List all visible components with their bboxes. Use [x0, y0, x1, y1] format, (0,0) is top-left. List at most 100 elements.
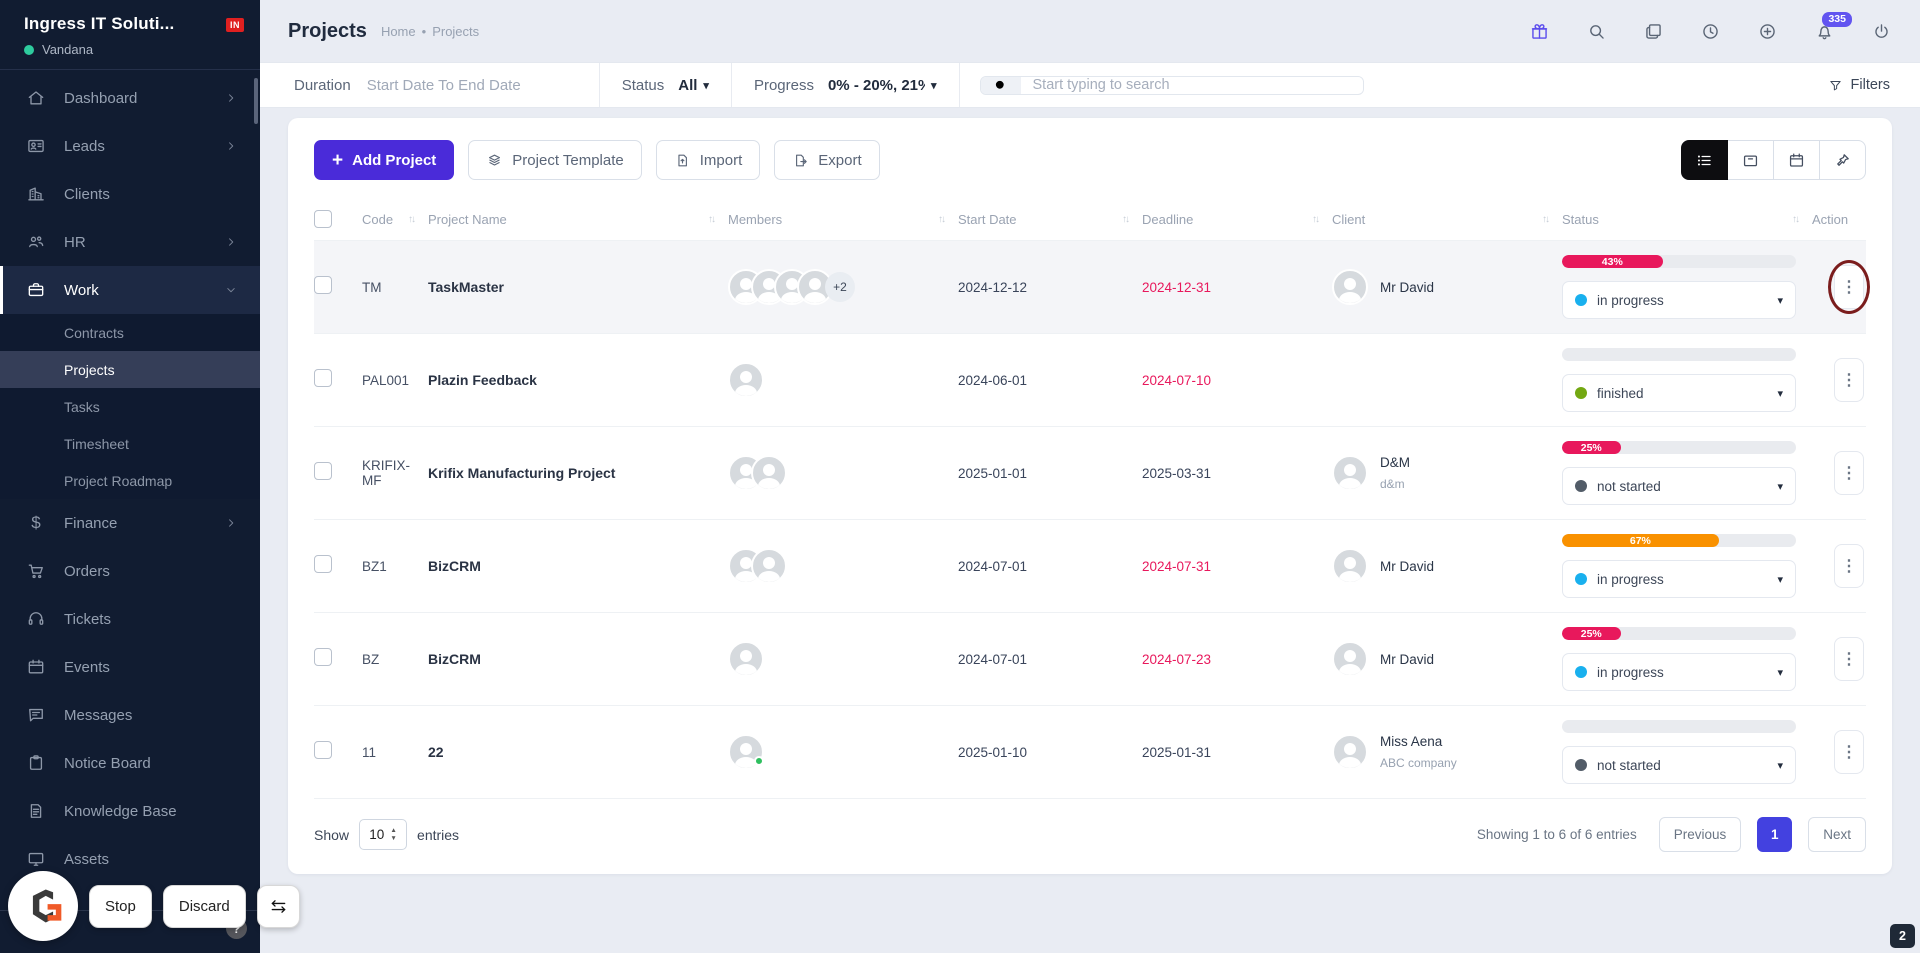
export-button[interactable]: Export	[774, 140, 880, 180]
board-view-toggle[interactable]	[1727, 140, 1774, 180]
status-dropdown[interactable]: in progress ▾	[1562, 281, 1796, 319]
project-name-link[interactable]: Plazin Feedback	[428, 372, 728, 388]
column-header-members[interactable]: Members ↑↓	[728, 212, 958, 227]
status-filter-dropdown[interactable]: All ▾	[678, 77, 709, 94]
client-avatar[interactable]	[1332, 641, 1368, 677]
notes-icon[interactable]	[1643, 21, 1664, 42]
sidebar-scrollbar-thumb[interactable]	[254, 78, 258, 124]
sidebar-item-hr[interactable]: HR	[0, 218, 260, 266]
stop-button[interactable]: Stop	[89, 884, 152, 928]
add-project-button[interactable]: + Add Project	[314, 140, 455, 180]
column-header-project-name[interactable]: Project Name ↑↓	[428, 212, 728, 227]
sidebar-item-leads[interactable]: Leads	[0, 122, 260, 170]
project-name-link[interactable]: TaskMaster	[428, 279, 728, 295]
row-checkbox[interactable]	[314, 554, 332, 573]
pinned-view-toggle[interactable]	[1819, 140, 1866, 180]
gift-icon[interactable]	[1529, 21, 1550, 42]
sidebar-subitem-tasks[interactable]: Tasks	[0, 388, 260, 425]
status-dropdown[interactable]: in progress ▾	[1562, 560, 1796, 598]
sidebar-subitem-timesheet[interactable]: Timesheet	[0, 425, 260, 462]
sidebar-item-tickets[interactable]: Tickets	[0, 595, 260, 643]
recorder-logo[interactable]	[8, 871, 78, 941]
sidebar-item-label: Orders	[64, 562, 110, 580]
member-avatar[interactable]	[728, 362, 764, 398]
column-header-client[interactable]: Client ↑↓	[1332, 212, 1562, 227]
select-all-checkbox[interactable]	[314, 210, 332, 228]
progress-filter-dropdown[interactable]: 0% - 20%, 21% ▾	[828, 77, 937, 94]
client-avatar[interactable]	[1332, 548, 1368, 584]
previous-page-button[interactable]: Previous	[1658, 817, 1742, 852]
sort-icon[interactable]: ↑↓	[938, 214, 946, 225]
discard-button[interactable]: Discard	[162, 884, 246, 928]
sort-icon[interactable]: ↑↓	[708, 214, 716, 225]
column-header-start-date[interactable]: Start Date ↑↓	[958, 212, 1142, 227]
client-avatar[interactable]	[1332, 269, 1368, 305]
row-actions-button[interactable]: ⋮	[1834, 358, 1864, 402]
sort-icon[interactable]: ↑↓	[1542, 214, 1550, 225]
page-1-button[interactable]: 1	[1757, 817, 1793, 852]
row-actions-button[interactable]: ⋮	[1834, 637, 1864, 681]
row-checkbox[interactable]	[314, 740, 332, 759]
project-name-link[interactable]: BizCRM	[428, 651, 728, 667]
history-clock-icon[interactable]	[1700, 21, 1721, 42]
sort-icon[interactable]: ↑↓	[408, 214, 416, 225]
row-checkbox[interactable]	[314, 275, 332, 294]
row-checkbox[interactable]	[314, 647, 332, 666]
search-input[interactable]	[1020, 77, 1363, 93]
breadcrumb-home[interactable]: Home	[381, 24, 416, 39]
row-actions-button[interactable]: ⋮	[1834, 544, 1864, 588]
status-dropdown[interactable]: not started ▾	[1562, 467, 1796, 505]
row-actions-button[interactable]: ⋮	[1834, 265, 1864, 309]
search-icon[interactable]	[1586, 21, 1607, 42]
sidebar-subitem-contracts[interactable]: Contracts	[0, 314, 260, 351]
sort-icon[interactable]: ↑↓	[1312, 214, 1320, 225]
status-dropdown[interactable]: in progress ▾	[1562, 653, 1796, 691]
row-actions-button[interactable]: ⋮	[1834, 451, 1864, 495]
member-avatar[interactable]	[751, 455, 787, 491]
sort-icon[interactable]: ↑↓	[1122, 214, 1130, 225]
sidebar-item-finance[interactable]: $ Finance	[0, 499, 260, 547]
sidebar-item-orders[interactable]: Orders	[0, 547, 260, 595]
sidebar-subitem-projects[interactable]: Projects	[0, 351, 260, 388]
column-header-status[interactable]: Status ↑↓	[1562, 212, 1812, 227]
sidebar-item-knowledge-base[interactable]: Knowledge Base	[0, 787, 260, 835]
column-header-deadline[interactable]: Deadline ↑↓	[1142, 212, 1332, 227]
sort-icon[interactable]: ↑↓	[1792, 214, 1800, 225]
sidebar-item-notice-board[interactable]: Notice Board	[0, 739, 260, 787]
project-name-link[interactable]: BizCRM	[428, 558, 728, 574]
member-avatar[interactable]	[728, 641, 764, 677]
row-checkbox[interactable]	[314, 461, 332, 480]
sidebar-item-events[interactable]: Events	[0, 643, 260, 691]
list-view-toggle[interactable]	[1681, 140, 1728, 180]
sidebar-item-clients[interactable]: Clients	[0, 170, 260, 218]
power-icon[interactable]	[1871, 21, 1892, 42]
notification-bell-icon[interactable]: 335	[1814, 11, 1852, 42]
member-avatar[interactable]	[751, 548, 787, 584]
sidebar-item-work[interactable]: Work	[0, 266, 260, 314]
swap-button[interactable]	[256, 884, 300, 928]
project-name-link[interactable]: Krifix Manufacturing Project	[428, 465, 728, 481]
sidebar-item-dashboard[interactable]: Dashboard	[0, 74, 260, 122]
next-page-button[interactable]: Next	[1808, 817, 1866, 852]
status-dropdown[interactable]: finished ▾	[1562, 374, 1796, 412]
entries-per-page-select[interactable]: 10 ▲ ▼	[359, 819, 408, 850]
column-header-action[interactable]: Action	[1812, 212, 1866, 227]
status-dropdown[interactable]: not started ▾	[1562, 746, 1796, 784]
row-actions-button[interactable]: ⋮	[1834, 730, 1864, 774]
client-avatar[interactable]	[1332, 734, 1368, 770]
client-avatar[interactable]	[1332, 455, 1368, 491]
sidebar-item-messages[interactable]: Messages	[0, 691, 260, 739]
sidebar-subitem-project-roadmap[interactable]: Project Roadmap	[0, 462, 260, 499]
duration-filter: Duration	[260, 63, 600, 107]
duration-input[interactable]	[366, 76, 577, 94]
extra-members-count[interactable]: +2	[825, 272, 855, 302]
project-template-button[interactable]: Project Template	[468, 140, 642, 180]
filters-button[interactable]: Filters	[1812, 63, 1920, 107]
add-circle-icon[interactable]	[1757, 21, 1778, 42]
user-row[interactable]: Vandana	[24, 42, 238, 57]
column-header-code[interactable]: Code ↑↓	[362, 212, 428, 227]
calendar-view-toggle[interactable]	[1773, 140, 1820, 180]
import-button[interactable]: Import	[655, 140, 761, 180]
project-name-link[interactable]: 22	[428, 744, 728, 760]
row-checkbox[interactable]	[314, 368, 332, 387]
